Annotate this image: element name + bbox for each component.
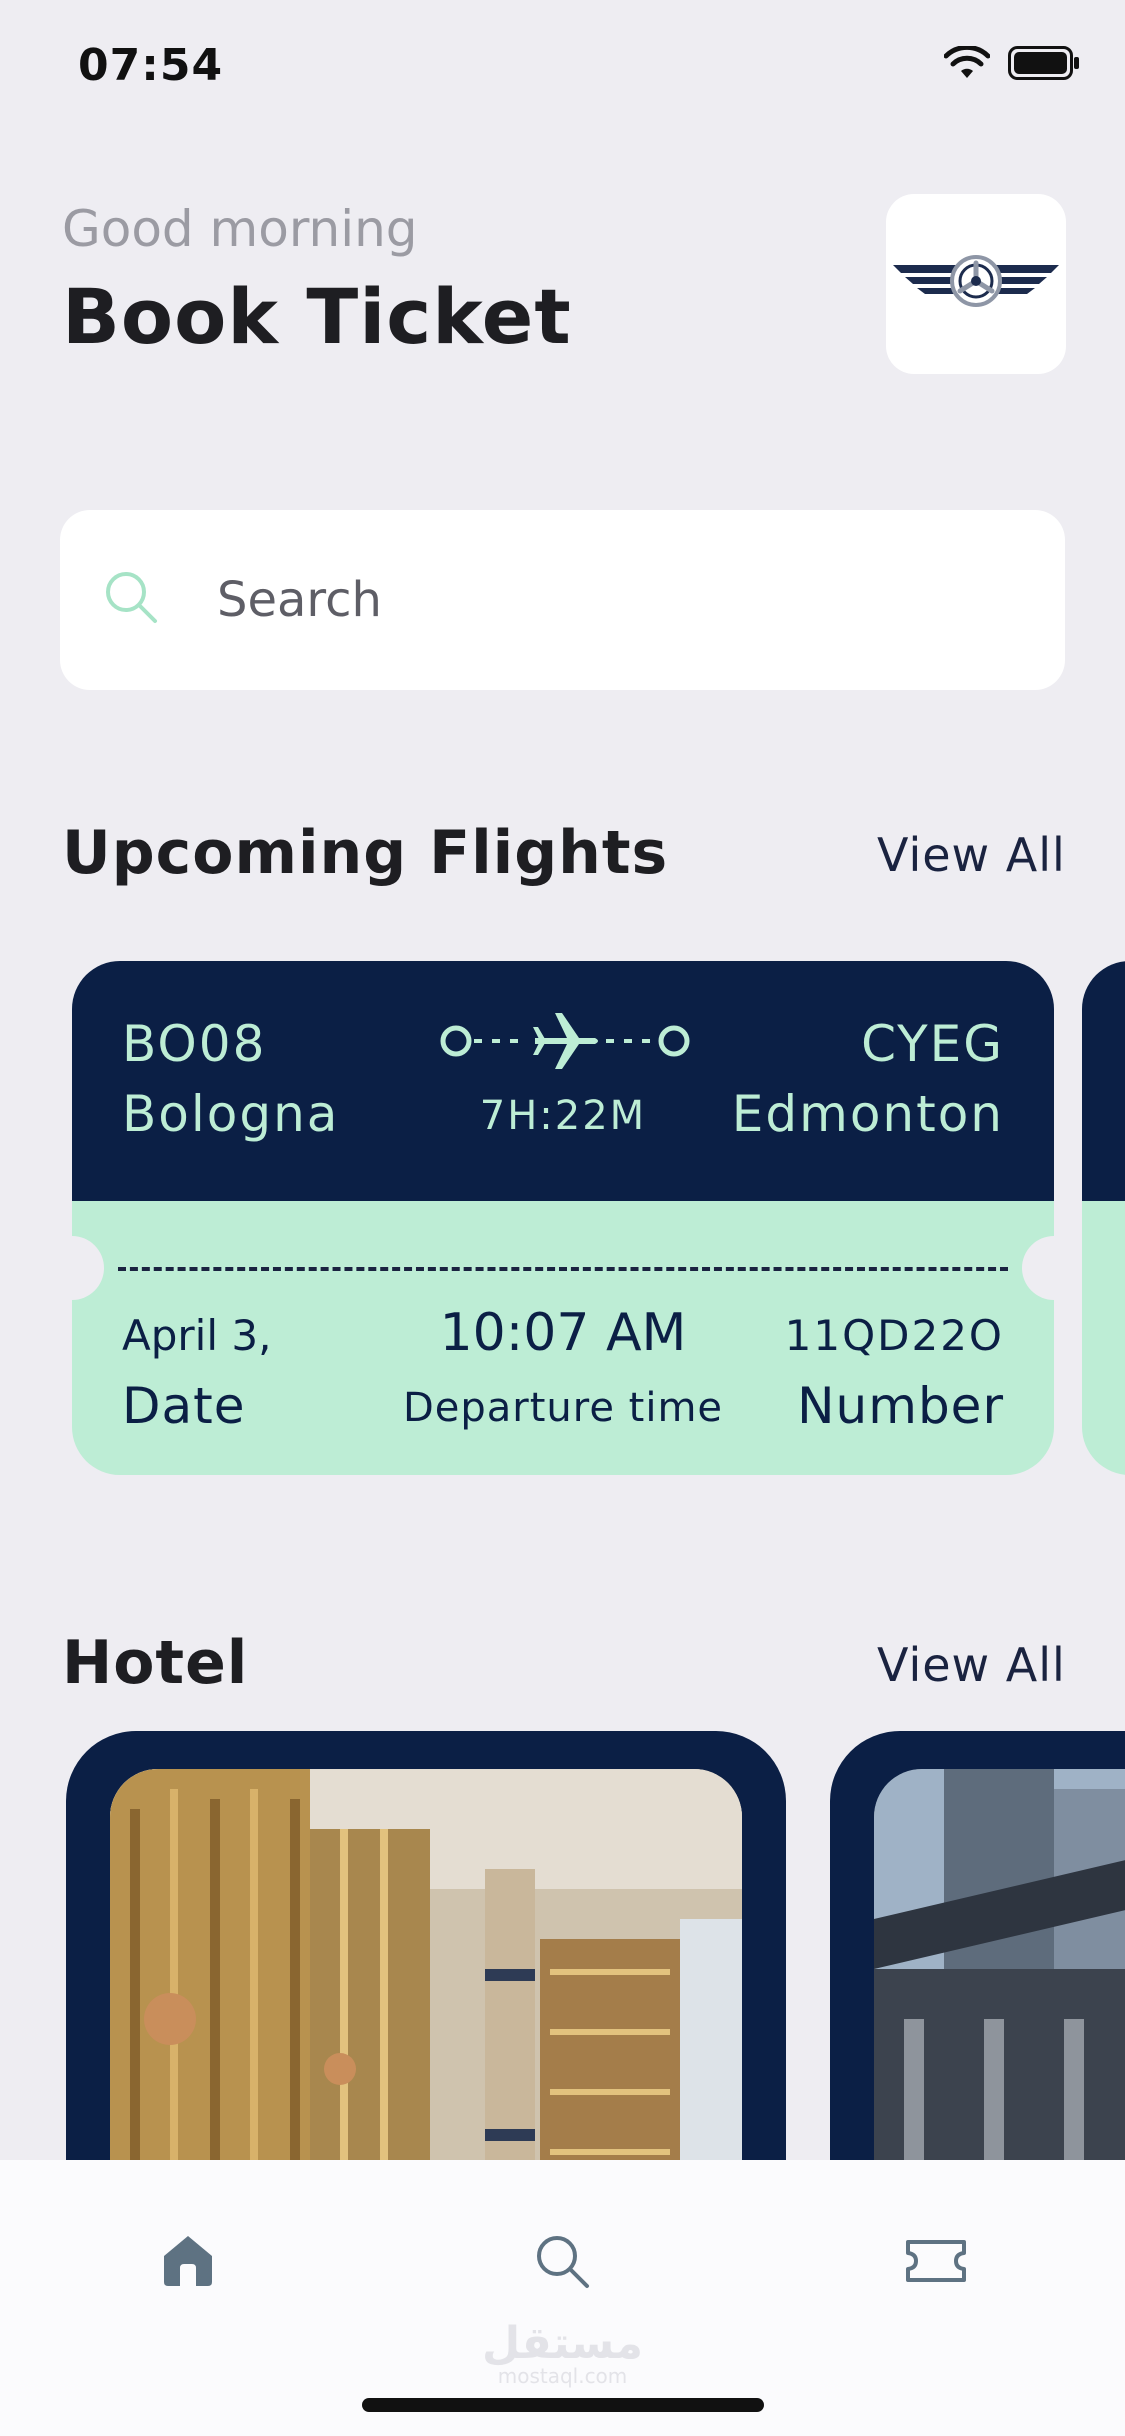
departure-time-label: Departure time bbox=[402, 1385, 724, 1431]
ticket-icon[interactable] bbox=[904, 2238, 968, 2284]
wifi-icon bbox=[944, 46, 990, 78]
destination-city: Edmonton bbox=[731, 1085, 1004, 1143]
ticket-notch-right bbox=[1022, 1236, 1086, 1300]
home-icon[interactable] bbox=[160, 2232, 216, 2288]
flight-ticket-card[interactable]: BO08 Bologna 7H:22M CYEG Edmonton April … bbox=[40, 961, 1086, 1475]
flight-path-icon bbox=[440, 1013, 690, 1069]
departure-time-value: 10:07 AM bbox=[439, 1303, 687, 1363]
hotel-view-all-link[interactable]: View All bbox=[877, 1638, 1066, 1692]
greeting-text: Good morning bbox=[62, 200, 418, 258]
winged-propeller-logo-icon bbox=[893, 255, 1059, 307]
status-icons bbox=[944, 46, 1080, 80]
bottom-navigation bbox=[0, 2160, 1125, 2436]
ticket-route-section bbox=[72, 961, 1054, 1201]
search-input[interactable] bbox=[215, 564, 999, 636]
upcoming-view-all-link[interactable]: View All bbox=[877, 828, 1066, 882]
ticket-notch-left bbox=[40, 1236, 104, 1300]
status-time: 07:54 bbox=[78, 40, 224, 91]
flight-duration: 7H:22M bbox=[479, 1093, 647, 1139]
battery-icon bbox=[1008, 46, 1079, 80]
hotel-title: Hotel bbox=[62, 1628, 249, 1698]
airline-logo[interactable] bbox=[886, 194, 1066, 374]
home-indicator[interactable] bbox=[362, 2398, 764, 2412]
flight-date-value: April 3, bbox=[122, 1311, 272, 1360]
page-title: Book Ticket bbox=[62, 272, 572, 361]
origin-city: Bologna bbox=[122, 1085, 340, 1143]
next-ticket-card-peek[interactable] bbox=[1082, 961, 1125, 1475]
peek-top bbox=[1082, 961, 1125, 1201]
destination-code: CYEG bbox=[861, 1015, 1004, 1073]
search-icon[interactable] bbox=[533, 2232, 593, 2292]
watermark-arabic: مستقل bbox=[482, 2318, 643, 2369]
search-bar[interactable] bbox=[60, 510, 1065, 690]
peek-bottom bbox=[1082, 1201, 1125, 1475]
flight-date-label: Date bbox=[122, 1377, 246, 1435]
flight-number-label: Number bbox=[797, 1377, 1004, 1435]
ticket-perforation bbox=[118, 1267, 1008, 1271]
origin-code: BO08 bbox=[122, 1015, 267, 1073]
upcoming-flights-title: Upcoming Flights bbox=[62, 818, 669, 888]
watermark-latin: mostaql.com bbox=[497, 2364, 628, 2388]
search-icon bbox=[106, 572, 157, 623]
flight-number-value: 11QD22O bbox=[784, 1311, 1004, 1360]
